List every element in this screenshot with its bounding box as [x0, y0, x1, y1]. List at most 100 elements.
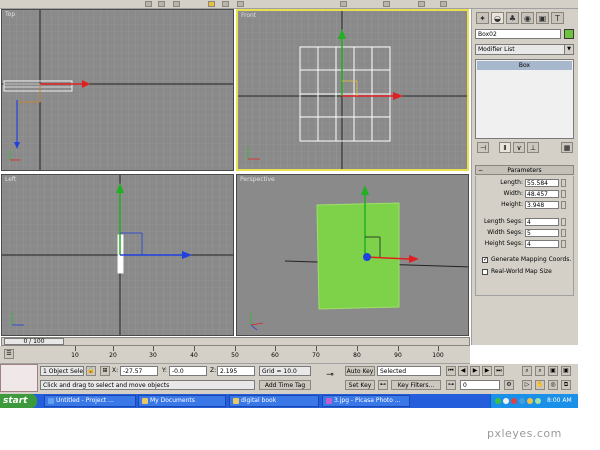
- viewport-perspective[interactable]: Perspective: [236, 174, 469, 336]
- tick: [316, 346, 317, 351]
- viewport-left-grid: [2, 175, 233, 335]
- lock-icon[interactable]: 🔒: [86, 366, 96, 376]
- remove-modifier-icon[interactable]: ⊥: [527, 142, 539, 153]
- length-input[interactable]: 55.584: [525, 179, 559, 187]
- viewport-top[interactable]: Top: [1, 9, 234, 171]
- modify-tab-icon[interactable]: ◒: [491, 12, 504, 24]
- motion-tab-icon[interactable]: ◉: [521, 12, 534, 24]
- height-input[interactable]: 3.948: [525, 201, 559, 209]
- viewport-front[interactable]: Front: [236, 9, 469, 171]
- go-to-end-icon[interactable]: ⏭: [494, 366, 504, 376]
- tray-icon[interactable]: [527, 398, 533, 404]
- play-icon[interactable]: ▶: [470, 366, 480, 376]
- spinner-icon[interactable]: [561, 229, 566, 237]
- width-segs-input[interactable]: 5: [525, 229, 559, 237]
- orbit-icon[interactable]: ◎: [548, 380, 558, 390]
- align-icon[interactable]: [418, 1, 425, 7]
- spinner-icon[interactable]: [561, 201, 566, 209]
- maxscript-listener[interactable]: [0, 364, 38, 392]
- move-icon[interactable]: [208, 1, 215, 7]
- window-crossing-icon[interactable]: [173, 1, 180, 7]
- task-picasa[interactable]: 3.jpg - Picasa Photo ...: [322, 395, 410, 407]
- spinner-icon[interactable]: [561, 240, 566, 248]
- hierarchy-tab-icon[interactable]: ♣: [506, 12, 519, 24]
- rotate-icon[interactable]: [222, 1, 229, 7]
- key-mode-dropdown[interactable]: Selected: [377, 366, 441, 376]
- absolute-mode-icon[interactable]: ⊞: [100, 366, 110, 376]
- tick-label: 30: [149, 352, 157, 359]
- key-mode-toggle-icon[interactable]: ⊶: [446, 380, 456, 390]
- object-name-field[interactable]: Box02: [475, 29, 561, 39]
- snap-icon[interactable]: [340, 1, 347, 7]
- select-region-icon[interactable]: [158, 1, 165, 7]
- length-segs-input[interactable]: 4: [525, 218, 559, 226]
- modifier-stack[interactable]: Box: [475, 59, 574, 139]
- previous-frame-icon[interactable]: ◀: [458, 366, 468, 376]
- tray-icon[interactable]: [503, 398, 509, 404]
- pan-icon[interactable]: ✋: [535, 380, 545, 390]
- modifier-list-dropdown[interactable]: Modifier List ▼: [475, 44, 574, 55]
- time-config-icon[interactable]: ⚙: [504, 380, 514, 390]
- tray-icon[interactable]: [519, 398, 525, 404]
- tray-icon[interactable]: [495, 398, 501, 404]
- zoom-icon[interactable]: ⌕: [522, 366, 532, 376]
- field-of-view-icon[interactable]: ▷: [522, 380, 532, 390]
- stack-item-box[interactable]: Box: [477, 61, 572, 70]
- scale-icon[interactable]: [237, 1, 244, 7]
- task-label: - Project ...: [81, 397, 114, 404]
- mirror-icon[interactable]: [383, 1, 390, 7]
- track-bar[interactable]: ☰ 10 20 30 40 50 60 70 80 90 100: [0, 346, 470, 364]
- create-tab-icon[interactable]: ✦: [476, 12, 489, 24]
- key-icon[interactable]: ⊸: [322, 371, 338, 381]
- real-world-map-checkbox[interactable]: Real-World Map Size: [482, 267, 572, 276]
- next-frame-icon[interactable]: ▶: [482, 366, 492, 376]
- width-input[interactable]: 48.457: [525, 190, 559, 198]
- zoom-extents-all-icon[interactable]: ▣: [561, 366, 571, 376]
- task-my-documents[interactable]: My Documents: [138, 395, 226, 407]
- object-color-swatch[interactable]: [564, 29, 574, 39]
- zoom-all-icon[interactable]: ⌕: [535, 366, 545, 376]
- y-coordinate-input[interactable]: -0.0: [169, 366, 207, 376]
- checkbox-checked[interactable]: ✓: [482, 256, 488, 263]
- auto-key-button[interactable]: Auto Key: [345, 366, 375, 376]
- make-unique-icon[interactable]: ∨: [513, 142, 525, 153]
- time-slider[interactable]: 0 / 100: [1, 337, 470, 346]
- go-to-start-icon[interactable]: ⏮: [446, 366, 456, 376]
- add-time-tag-button[interactable]: Add Time Tag: [259, 380, 311, 390]
- zoom-extents-icon[interactable]: ▣: [548, 366, 558, 376]
- mini-curve-editor-icon[interactable]: ☰: [4, 349, 14, 359]
- start-button[interactable]: start: [0, 394, 37, 408]
- spinner-icon[interactable]: [561, 179, 566, 187]
- utilities-tab-icon[interactable]: T: [551, 12, 564, 24]
- key-mode-icon[interactable]: ⊷: [378, 380, 388, 390]
- viewport-left[interactable]: Left: [1, 174, 234, 336]
- current-frame-input[interactable]: 0: [460, 380, 500, 390]
- z-coordinate-input[interactable]: 2.195: [217, 366, 255, 376]
- generate-mapping-checkbox[interactable]: ✓ Generate Mapping Coords.: [482, 255, 572, 264]
- tray-icon[interactable]: [511, 398, 517, 404]
- spinner-icon[interactable]: [561, 190, 566, 198]
- key-filters-button[interactable]: Key Filters...: [391, 380, 441, 390]
- spinner-icon[interactable]: [561, 218, 566, 226]
- show-end-result-icon[interactable]: Ⅱ: [499, 142, 511, 153]
- time-slider-thumb[interactable]: 0 / 100: [4, 338, 64, 345]
- configure-sets-icon[interactable]: ▦: [561, 142, 573, 153]
- task-project[interactable]: Untitled - Project ...: [44, 395, 136, 407]
- checkbox-unchecked[interactable]: [482, 268, 488, 275]
- set-key-button[interactable]: Set Key: [345, 380, 375, 390]
- task-label: digital book: [241, 397, 277, 404]
- x-coordinate-input[interactable]: -27.57: [120, 366, 158, 376]
- select-icon[interactable]: [145, 1, 152, 7]
- display-tab-icon[interactable]: ▣: [536, 12, 549, 24]
- maximize-viewport-icon[interactable]: ⧉: [561, 380, 571, 390]
- stack-tools: ⊣ Ⅱ ∨ ⊥ ▦: [475, 142, 574, 154]
- render-icon[interactable]: [440, 1, 447, 7]
- height-segs-input[interactable]: 4: [525, 240, 559, 248]
- clock: 8:00 AM: [547, 397, 572, 404]
- folder-icon: [142, 397, 148, 404]
- command-panel: ✦ ◒ ♣ ◉ ▣ T Box02 Modifier List ▼ Box ⊣ …: [471, 9, 578, 345]
- parameters-rollout-header[interactable]: − Parameters: [475, 165, 574, 175]
- task-digital-book[interactable]: digital book: [229, 395, 319, 407]
- tray-icon[interactable]: [535, 398, 541, 404]
- pin-stack-icon[interactable]: ⊣: [477, 142, 489, 153]
